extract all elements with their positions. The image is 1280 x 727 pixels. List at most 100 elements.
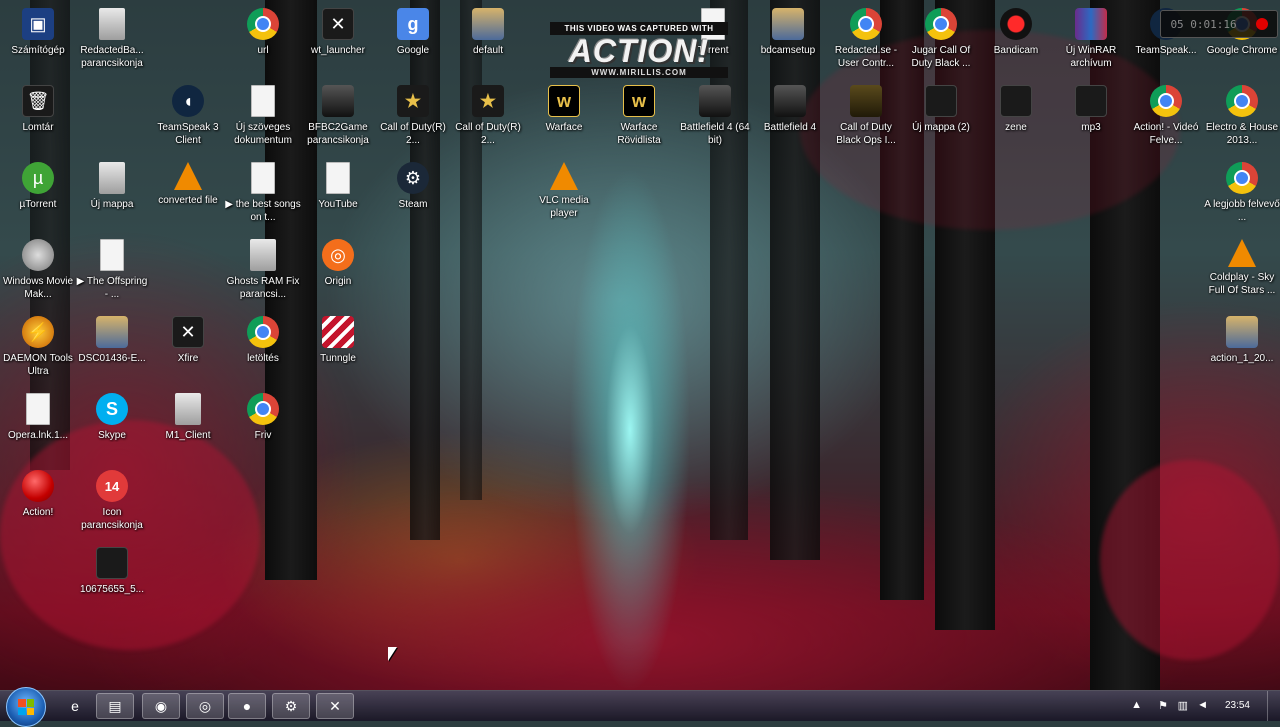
show-desktop-button[interactable]	[1267, 691, 1280, 721]
desktop-icon[interactable]: ⚡ DAEMON Tools Ultra	[0, 312, 76, 388]
desktop-icon[interactable]: ▶ the best songs on t...	[225, 158, 301, 234]
desktop-icon[interactable]: w Warface Rövidlista	[601, 81, 677, 157]
desktop-icon[interactable]: ✕ Xfire	[150, 312, 226, 388]
desktop-icon[interactable]: Új WinRAR archívum	[1053, 4, 1129, 80]
start-button[interactable]	[6, 687, 46, 727]
desktop-icon[interactable]: A legjobb felvevő ...	[1204, 158, 1280, 234]
vlc-icon	[550, 162, 578, 190]
desktop-icon[interactable]: g Google	[375, 4, 451, 80]
desktop-icon[interactable]: ★ Call of Duty(R) 2...	[450, 81, 526, 157]
desktop-icon[interactable]: 10675655_5...	[74, 543, 150, 619]
action-center-icon[interactable]: ⚑	[1158, 699, 1168, 712]
desktop-icon-label: Coldplay - Sky Full Of Stars ...	[1208, 272, 1276, 296]
taskbar-button[interactable]: ▤	[96, 693, 134, 719]
desktop-icon[interactable]: ◎ Origin	[300, 235, 376, 311]
desktop-icon[interactable]: µ µTorrent	[0, 158, 76, 234]
desktop-icon[interactable]: ▶ The Offspring - ...	[74, 235, 150, 311]
desktop-icon[interactable]: Redacted.se - User Contr...	[828, 4, 904, 80]
desktop-icon[interactable]: url	[225, 4, 301, 80]
desktop-icon[interactable]: Bandicam	[978, 4, 1054, 80]
desktop-icon[interactable]: w Warface	[526, 81, 602, 157]
desktop-icon[interactable]: BFBC2Game parancsikonja	[300, 81, 376, 157]
desktop-icon[interactable]: Electro & House 2013...	[1204, 81, 1280, 157]
desktop-icon[interactable]: VLC media player	[526, 158, 602, 234]
volume-icon[interactable]: ◄	[1197, 699, 1208, 711]
desktop-icon-label: Battlefield 4	[763, 122, 817, 133]
desktop-icon-label: converted file	[158, 195, 218, 206]
text-file-icon	[100, 239, 124, 271]
desktop-icon[interactable]: Új szöveges dokumentum	[225, 81, 301, 157]
desktop-icon-label: DSC01436-E...	[78, 353, 146, 364]
record-dot-icon	[1255, 18, 1268, 30]
desktop-icon[interactable]: converted file	[150, 158, 226, 234]
xfire-icon: ✕	[172, 316, 204, 348]
folder-icon	[1075, 85, 1107, 117]
origin-icon: ◎	[198, 697, 212, 714]
taskbar-button[interactable]: e	[56, 693, 94, 719]
desktop-icon[interactable]: DSC01436-E...	[74, 312, 150, 388]
desktop-icon[interactable]: Jugar Call Of Duty Black ...	[903, 4, 979, 80]
taskbar-button[interactable]: ◎	[186, 693, 224, 719]
desktop-icon-label: Skype	[98, 430, 126, 441]
desktop-icon[interactable]: Windows Movie Mak...	[0, 235, 76, 311]
desktop-icon[interactable]: Battlefield 4	[752, 81, 828, 157]
clock[interactable]: 23:54	[1225, 700, 1250, 711]
desktop-icon[interactable]: Új mappa	[74, 158, 150, 234]
desktop-icon[interactable]: ◖ TeamSpeak 3 Client	[150, 81, 226, 157]
desktop-icon-label: zene	[1005, 122, 1027, 133]
desktop-icon[interactable]: Coldplay - Sky Full Of Stars ...	[1204, 235, 1280, 311]
desktop-icon[interactable]: Új mappa (2)	[903, 81, 979, 157]
recording-timer: 05 0:01:16	[1170, 17, 1237, 31]
chrome-icon	[1150, 85, 1182, 117]
battlefield-icon	[774, 85, 806, 117]
desktop-icon[interactable]: mp3	[1053, 81, 1129, 157]
desktop-icon[interactable]: Action! - Videó Felve...	[1128, 81, 1204, 157]
taskbar-button[interactable]: ⚙	[272, 693, 310, 719]
desktop-icon[interactable]: ✕ wt_launcher	[300, 4, 376, 80]
desktop-icon[interactable]: M1_Client	[150, 389, 226, 465]
desktop-icon[interactable]: 🗑 Lomtár	[0, 81, 76, 157]
tray-expand-icon[interactable]: ▲	[1131, 699, 1142, 711]
desktop-icon[interactable]: Call of Duty Black Ops I...	[828, 81, 904, 157]
desktop-icon-label: Új WinRAR archívum	[1065, 45, 1117, 69]
desktop-icon-label: Electro & House 2013...	[1205, 122, 1279, 146]
desktop-icon[interactable]: YouTube	[300, 158, 376, 234]
ie-icon: e	[71, 698, 79, 714]
desktop-icon[interactable]: Battlefield 4 (64 bit)	[677, 81, 753, 157]
desktop-icon-label: Tunngle	[320, 353, 356, 364]
desktop-icon-label: VLC media player	[539, 195, 589, 219]
desktop-icon[interactable]: ★ Call of Duty(R) 2...	[375, 81, 451, 157]
desktop-icon[interactable]: Tunngle	[300, 312, 376, 388]
desktop-icon[interactable]: bdcamsetup	[750, 4, 826, 80]
desktop-icon-label: Windows Movie Mak...	[2, 276, 74, 300]
desktop-icon[interactable]: action_1_20...	[1204, 312, 1280, 388]
desktop-icon[interactable]: Opera.lnk.1...	[0, 389, 76, 465]
desktop-icon[interactable]: 14 Icon parancsikonja	[74, 466, 150, 542]
desktop-icon[interactable]: S Skype	[74, 389, 150, 465]
text-file-icon	[251, 162, 275, 194]
desktop-icon[interactable]: ⚙ Steam	[375, 158, 451, 234]
desktop-icon[interactable]: zene	[978, 81, 1054, 157]
app-icon: 14	[96, 470, 128, 502]
desktop-icon-label: ▶ The Offspring - ...	[76, 276, 148, 300]
desktop-icon-label: letöltés	[247, 353, 279, 364]
chrome-icon	[247, 316, 279, 348]
taskbar-button[interactable]: ◉	[142, 693, 180, 719]
desktop-icon-label: Battlefield 4 (64 bit)	[680, 122, 750, 146]
chrome-icon	[1226, 85, 1258, 117]
desktop-icon-label: Call of Duty Black Ops I...	[836, 122, 896, 146]
computer-icon: ▣	[22, 8, 54, 40]
desktop-icon-label: Jugar Call Of Duty Black ...	[911, 45, 971, 69]
desktop-icon[interactable]: letöltés	[225, 312, 301, 388]
cod2-icon: ★	[397, 85, 429, 117]
warface-icon: w	[548, 85, 580, 117]
desktop-icon[interactable]: ▣ Számítógép	[0, 4, 76, 80]
desktop-icon[interactable]: Friv	[225, 389, 301, 465]
taskbar-button[interactable]: ●	[228, 693, 266, 719]
desktop-icon[interactable]: default	[450, 4, 526, 80]
desktop-icon[interactable]: Ghosts RAM Fix parancsi...	[225, 235, 301, 311]
taskbar-button[interactable]: ✕	[316, 693, 354, 719]
desktop-icon[interactable]: Action!	[0, 466, 76, 542]
network-icon[interactable]: ▥	[1178, 699, 1188, 712]
desktop-icon[interactable]: RedactedBa... parancsikonja	[74, 4, 150, 80]
